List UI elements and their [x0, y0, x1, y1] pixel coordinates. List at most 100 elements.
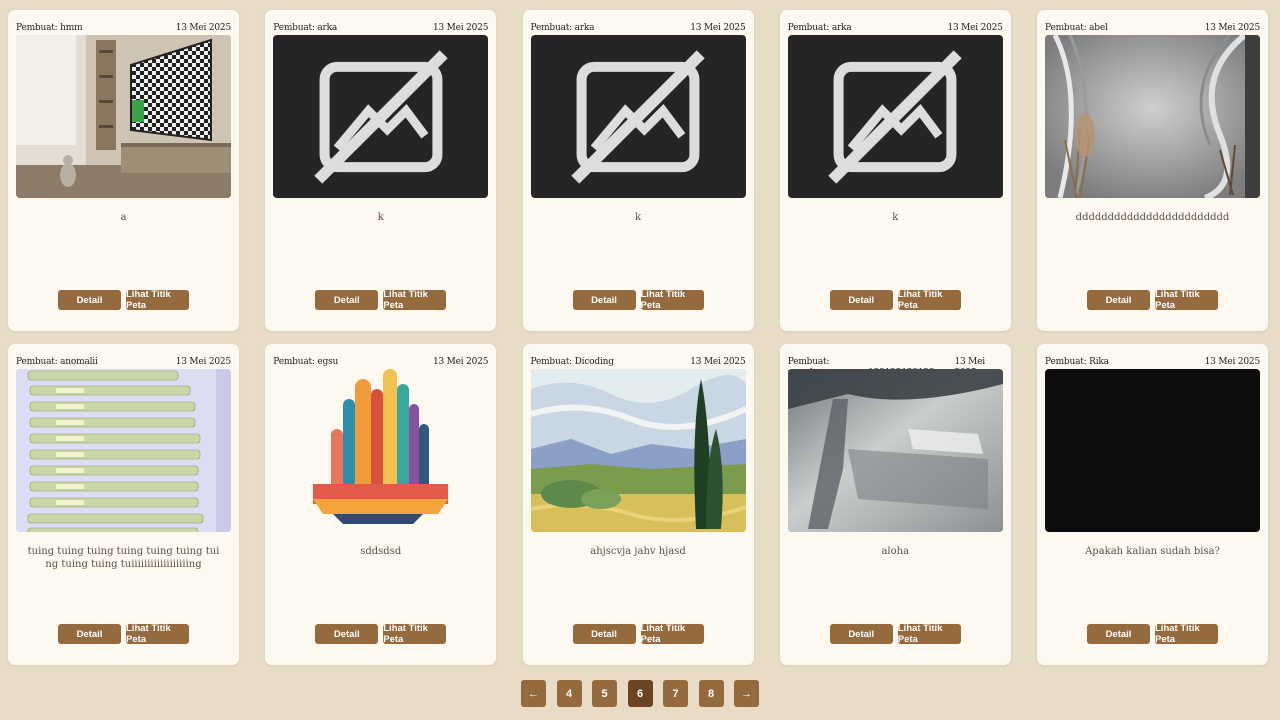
page-button-8[interactable]: 8 [698, 680, 724, 707]
card-author: Pembuat: arka [530, 23, 595, 33]
card-date: 13 Mei 2025 [1204, 23, 1261, 33]
story-card: Pembuat: userdummynomor123123123123 13 M… [779, 344, 1011, 665]
detail-button[interactable]: Detail [829, 624, 893, 644]
page-button-7[interactable]: 7 [663, 680, 688, 707]
card-actions: Detail Lihat Titik Peta [780, 289, 1011, 311]
detail-button[interactable]: Detail [1087, 624, 1150, 644]
detail-button[interactable]: Detail [572, 624, 636, 644]
pagination: ← 4 5 6 7 8 → [0, 680, 1280, 707]
story-card: Pembuat: Dicoding 13 Mei 2025 ahjscvja j… [522, 344, 754, 665]
card-description: a [120, 212, 127, 223]
page-button-6-current[interactable]: 6 [627, 680, 653, 707]
card-author: Pembuat: arka [787, 23, 852, 33]
card-meta: Pembuat: egsu 13 Mei 2025 [273, 357, 488, 368]
page-button-4[interactable]: 4 [556, 680, 582, 707]
card-description: ahjscvja jahv hjasd [590, 546, 686, 557]
card-actions: Detail Lihat Titik Peta [265, 623, 496, 645]
card-date: 13 Mei 2025 [947, 23, 1003, 33]
next-page-button[interactable]: → [734, 680, 759, 707]
card-actions: Detail Lihat Titik Peta [1037, 623, 1268, 645]
detail-button[interactable]: Detail [1087, 290, 1150, 310]
card-image [1045, 35, 1260, 198]
card-date: 13 Mei 2025 [175, 357, 232, 367]
page-button-5[interactable]: 5 [592, 680, 617, 707]
card-author: Pembuat: arka [273, 23, 338, 33]
card-image [273, 35, 489, 198]
card-image [787, 35, 1003, 198]
card-image [16, 369, 231, 532]
card-date: 13 Mei 2025 [954, 357, 985, 378]
story-card: Pembuat: hmm 13 Mei 2025 a Detail Lihat … [8, 10, 239, 331]
card-image [530, 35, 746, 198]
card-date: 13 Mei 2025 [1204, 357, 1261, 367]
card-description: k [892, 212, 899, 223]
card-description: dddddddddddddddddddddddd [1075, 212, 1230, 223]
card-author: Pembuat: egsu [273, 357, 339, 367]
card-date: 13 Mei 2025 [432, 23, 489, 33]
card-date: 13 Mei 2025 [175, 23, 232, 33]
story-card: Pembuat: arka 13 Mei 2025 k Detail Lihat… [779, 10, 1011, 331]
card-author: Pembuat: Dicoding [530, 357, 614, 367]
detail-button[interactable]: Detail [315, 624, 379, 644]
prev-page-button[interactable]: ← [521, 680, 546, 707]
view-map-point-button[interactable]: Lihat Titik Peta [897, 289, 961, 311]
card-meta: Pembuat: anomalii 13 Mei 2025 [16, 357, 231, 368]
story-card: Pembuat: arka 13 Mei 2025 k Detail Lihat… [522, 10, 754, 331]
story-card: Pembuat: abel 13 Mei 2025 dddddddddddddd… [1037, 10, 1268, 331]
card-meta: Pembuat: hmm 13 Mei 2025 [16, 23, 231, 34]
card-description: aloha [881, 546, 910, 557]
card-author: Pembuat: hmm [16, 23, 83, 33]
card-date: 13 Mei 2025 [432, 357, 489, 367]
card-meta: Pembuat: arka 13 Mei 2025 [788, 23, 1003, 34]
card-actions: Detail Lihat Titik Peta [8, 289, 239, 311]
card-meta: Pembuat: Dicoding 13 Mei 2025 [531, 357, 746, 368]
detail-button[interactable]: Detail [58, 290, 121, 310]
card-image [787, 369, 1003, 532]
card-description: Apakah kalian sudah bisa? [1085, 546, 1220, 557]
view-map-point-button[interactable]: Lihat Titik Peta [1155, 289, 1218, 311]
card-author: Pembuat: anomalii [16, 357, 98, 367]
card-description: tuing tuing tuing tuing tuing tuing tuin… [27, 546, 220, 570]
card-actions: Detail Lihat Titik Peta [780, 623, 1011, 645]
view-map-point-button[interactable]: Lihat Titik Peta [126, 623, 189, 645]
card-meta: Pembuat: Rika 13 Mei 2025 [1045, 357, 1260, 368]
view-map-point-button[interactable]: Lihat Titik Peta [383, 289, 447, 311]
view-map-point-button[interactable]: Lihat Titik Peta [126, 289, 189, 311]
card-image [530, 369, 746, 532]
card-meta: Pembuat: abel 13 Mei 2025 [1045, 23, 1260, 34]
card-meta: Pembuat: arka 13 Mei 2025 [273, 23, 488, 34]
card-image [16, 35, 231, 198]
card-actions: Detail Lihat Titik Peta [523, 623, 754, 645]
card-description: k [634, 212, 642, 223]
no-image-icon [314, 49, 448, 184]
detail-button[interactable]: Detail [315, 290, 379, 310]
no-image-icon [571, 49, 705, 184]
card-author: Pembuat: abel [1045, 23, 1108, 33]
card-actions: Detail Lihat Titik Peta [8, 623, 239, 645]
view-map-point-button[interactable]: Lihat Titik Peta [897, 623, 961, 645]
card-meta: Pembuat: arka 13 Mei 2025 [531, 23, 746, 34]
story-card: Pembuat: anomalii 13 Mei 2025 tuing tuin… [8, 344, 239, 665]
card-description: sddsdsd [360, 546, 402, 557]
card-actions: Detail Lihat Titik Peta [523, 289, 754, 311]
card-actions: Detail Lihat Titik Peta [265, 289, 496, 311]
view-map-point-button[interactable]: Lihat Titik Peta [383, 623, 447, 645]
card-image [273, 369, 489, 532]
card-actions: Detail Lihat Titik Peta [1037, 289, 1268, 311]
story-card: Pembuat: egsu 13 Mei 2025 sddsdsd Detail [265, 344, 497, 665]
detail-button[interactable]: Detail [58, 624, 121, 644]
detail-button[interactable]: Detail [829, 290, 893, 310]
view-map-point-button[interactable]: Lihat Titik Peta [640, 623, 704, 645]
card-date: 13 Mei 2025 [690, 357, 746, 367]
no-image-icon [828, 49, 962, 184]
detail-button[interactable]: Detail [572, 290, 636, 310]
card-author: Pembuat: userdummynomor123123123123 [787, 357, 935, 378]
view-map-point-button[interactable]: Lihat Titik Peta [640, 289, 704, 311]
story-grid: Pembuat: hmm 13 Mei 2025 a Detail Lihat … [8, 10, 1268, 665]
card-date: 13 Mei 2025 [690, 23, 746, 33]
story-card: Pembuat: arka 13 Mei 2025 k Detail Lihat… [265, 10, 497, 331]
card-meta: Pembuat: userdummynomor123123123123 13 M… [787, 357, 1003, 378]
card-author: Pembuat: Rika [1045, 357, 1109, 367]
card-image [1045, 369, 1260, 532]
view-map-point-button[interactable]: Lihat Titik Peta [1155, 623, 1218, 645]
